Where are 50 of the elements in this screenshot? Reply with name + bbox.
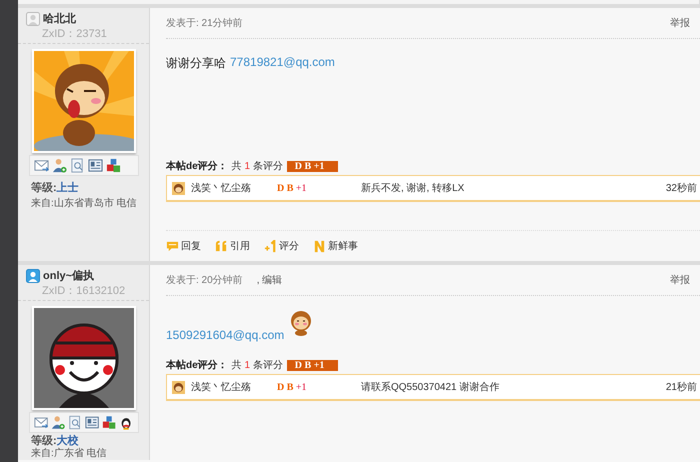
user-location: 来自:山东省青岛市 电信 <box>30 196 138 210</box>
add-user-icon[interactable] <box>50 415 65 430</box>
post-action-link[interactable]: 评分 <box>264 239 299 253</box>
username[interactable]: 哈北北 <box>43 11 76 26</box>
rating-count-text: 共 1 条评分 <box>232 358 283 372</box>
plus-one-icon <box>264 240 277 252</box>
level-label: 等级: <box>31 435 57 447</box>
rank-link[interactable]: 上士 <box>56 182 79 194</box>
rating-reason: 新兵不发, 谢谢, 转移LX <box>361 182 466 195</box>
rating-amount: D B +1 <box>277 182 308 194</box>
rating-count-text: 共 1 条评分 <box>232 160 283 173</box>
rating-total-badge: D B +1 <box>286 360 338 370</box>
rating-time: 21秒前 <box>666 380 697 394</box>
edit-link[interactable]: , 编辑 <box>256 273 282 287</box>
rating-time: 32秒前 <box>666 182 697 195</box>
letter-n-icon <box>313 240 326 252</box>
post-time: 发表于: 20分钟前 <box>166 274 243 287</box>
rating-total-badge: D B +1 <box>286 160 338 172</box>
envelope-icon[interactable] <box>34 158 48 173</box>
user-id: ZxID：16132102 <box>18 283 149 301</box>
rating-reason: 请联系QQ550370421 谢谢合作 <box>361 380 500 394</box>
rater-name[interactable]: 浅笑丶忆尘殇 <box>191 181 277 195</box>
profile-card-icon[interactable] <box>88 158 102 173</box>
blocks-icon[interactable] <box>102 415 116 430</box>
profile-card-icon[interactable] <box>85 415 100 430</box>
user-location: 来自:广东省 电信 <box>30 448 108 460</box>
quote-icon <box>215 240 228 252</box>
rater-avatar-icon <box>172 380 185 394</box>
report-link[interactable]: 举报 <box>670 273 690 287</box>
post-time: 发表于: 21分钟前 <box>166 16 243 30</box>
rater-name[interactable]: 浅笑丶忆尘殇 <box>191 380 277 394</box>
rater-avatar-icon <box>172 182 185 194</box>
post-action-link[interactable]: 回复 <box>166 239 201 253</box>
rank-link[interactable]: 大校 <box>56 435 79 447</box>
document-search-icon[interactable] <box>68 415 82 430</box>
rating-amount: D B +1 <box>277 382 308 392</box>
speech-bubble-icon <box>166 240 179 252</box>
post-action-link[interactable]: 新鲜事 <box>313 239 358 253</box>
report-link[interactable]: 举报 <box>670 16 690 30</box>
username[interactable]: only~偏执 <box>43 268 94 283</box>
post-text: 谢谢分享哈 <box>166 55 226 72</box>
add-user-icon[interactable] <box>52 158 66 173</box>
post-action-link[interactable]: 引用 <box>215 239 250 253</box>
user-id: ZxID：23731 <box>18 26 149 44</box>
blocks-icon[interactable] <box>106 158 120 173</box>
rating-label: 本帖de评分： <box>166 358 228 372</box>
envelope-icon[interactable] <box>34 415 48 430</box>
document-search-icon[interactable] <box>70 158 84 173</box>
level-label: 等级: <box>31 182 57 194</box>
rating-label: 本帖de评分： <box>166 160 228 173</box>
